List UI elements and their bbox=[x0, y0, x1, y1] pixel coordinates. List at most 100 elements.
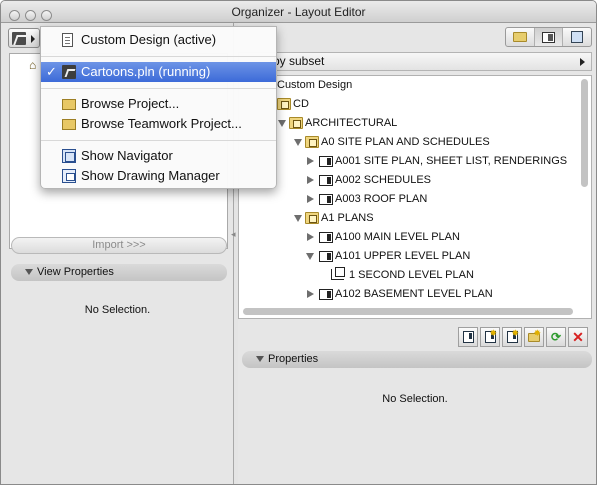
layout-sheet-icon bbox=[319, 232, 333, 243]
document-icon bbox=[62, 33, 73, 47]
title-bar: Organizer - Layout Editor bbox=[1, 1, 596, 23]
tree-row-label: A003 ROOF PLAN bbox=[335, 193, 428, 205]
menu-item-cartoons-pln[interactable]: ✓ Cartoons.pln (running) bbox=[41, 62, 276, 82]
layout-sheet-icon bbox=[319, 175, 333, 186]
tree-row-label: A002 SCHEDULES bbox=[335, 174, 431, 186]
subset-selector[interactable]: by subset bbox=[238, 52, 592, 71]
left-no-selection: No Selection. bbox=[84, 304, 151, 316]
tree-actions-toolbar: ✸ ✸ ✸ ⟳ ✕ bbox=[458, 327, 588, 347]
menu-separator bbox=[41, 88, 276, 89]
publisher-view-button[interactable] bbox=[563, 28, 591, 46]
right-panel: by subset Custom Design CD ARCHITECTURAL… bbox=[238, 23, 596, 484]
properties-label: Properties bbox=[268, 353, 319, 365]
tree-row-second-level[interactable]: 1 SECOND LEVEL PLAN bbox=[331, 266, 581, 285]
expand-closed-icon[interactable] bbox=[307, 176, 314, 184]
expand-open-icon[interactable] bbox=[294, 139, 302, 146]
expand-open-icon[interactable] bbox=[278, 120, 286, 127]
checkmark-icon: ✓ bbox=[46, 64, 57, 79]
menu-separator bbox=[41, 56, 276, 57]
chevron-right-icon bbox=[31, 35, 35, 43]
layout-book-tree[interactable]: Custom Design CD ARCHITECTURAL A0 SITE P… bbox=[238, 75, 592, 319]
project-icon bbox=[62, 65, 76, 79]
tree-row-a003[interactable]: A003 ROOF PLAN bbox=[305, 190, 585, 209]
tree-row-architectural[interactable]: ARCHITECTURAL bbox=[277, 114, 577, 133]
folder-icon bbox=[277, 98, 291, 110]
menu-item-show-drawing-manager[interactable]: Show Drawing Manager bbox=[41, 166, 276, 186]
expand-closed-icon[interactable] bbox=[307, 157, 314, 165]
close-window-button[interactable] bbox=[9, 10, 20, 21]
menu-item-browse-project[interactable]: Browse Project... bbox=[41, 94, 276, 114]
tree-row-a002[interactable]: A002 SCHEDULES bbox=[305, 171, 585, 190]
menu-item-show-navigator[interactable]: Show Navigator bbox=[41, 146, 276, 166]
view-properties-header[interactable]: View Properties bbox=[11, 264, 227, 281]
new-layout-button[interactable]: ✸ bbox=[480, 327, 500, 347]
tree-row-label: A0 SITE PLAN AND SCHEDULES bbox=[321, 136, 490, 148]
layout-sheet-icon bbox=[319, 156, 333, 167]
new-subset-button[interactable]: ✸ bbox=[524, 327, 544, 347]
organizer-window: Organizer - Layout Editor ⌂ Import >>> V… bbox=[0, 0, 597, 485]
navigator-icon bbox=[62, 149, 76, 163]
layout-sheet-icon bbox=[319, 194, 333, 205]
layout-view-button[interactable] bbox=[534, 28, 564, 46]
tree-row-label: CD bbox=[293, 98, 309, 110]
right-no-selection: No Selection. bbox=[382, 393, 448, 405]
menu-item-label: Show Drawing Manager bbox=[81, 168, 220, 183]
minimize-window-button[interactable] bbox=[25, 10, 36, 21]
tree-row-a1[interactable]: A1 PLANS bbox=[293, 209, 583, 228]
layout-settings-button[interactable] bbox=[458, 327, 478, 347]
window-title: Organizer - Layout Editor bbox=[231, 5, 366, 19]
menu-item-label: Custom Design (active) bbox=[81, 32, 217, 47]
menu-separator bbox=[41, 140, 276, 141]
properties-header[interactable]: Properties bbox=[242, 351, 592, 368]
tree-row-a001[interactable]: A001 SITE PLAN, SHEET LIST, RENDERINGS bbox=[305, 152, 585, 171]
tree-row-a101[interactable]: A101 UPPER LEVEL PLAN bbox=[305, 247, 585, 266]
tree-row-label: ARCHITECTURAL bbox=[305, 117, 398, 129]
folder-icon bbox=[305, 212, 319, 224]
menu-item-label: Cartoons.pln (running) bbox=[81, 64, 211, 79]
tree-row-cd[interactable]: CD bbox=[277, 95, 577, 114]
expand-closed-icon[interactable] bbox=[307, 195, 314, 203]
folder-open-icon bbox=[62, 119, 76, 130]
layout-settings-icon bbox=[462, 331, 474, 343]
refresh-icon: ⟳ bbox=[550, 330, 562, 344]
tree-row-label: A101 UPPER LEVEL PLAN bbox=[335, 250, 471, 262]
star-icon: ✸ bbox=[489, 328, 497, 338]
publisher-icon bbox=[571, 31, 584, 43]
horizontal-scrollbar[interactable] bbox=[243, 308, 573, 315]
tree-row-a102[interactable]: A102 BASEMENT LEVEL PLAN bbox=[305, 285, 585, 304]
folder-icon bbox=[305, 136, 319, 148]
expand-open-icon[interactable] bbox=[294, 215, 302, 222]
star-icon: ✸ bbox=[533, 328, 541, 338]
tree-row-a0[interactable]: A0 SITE PLAN AND SCHEDULES bbox=[293, 133, 593, 152]
house-icon: ⌂ bbox=[29, 58, 37, 72]
expand-closed-icon[interactable] bbox=[307, 290, 314, 298]
tree-row-label: A001 SITE PLAN, SHEET LIST, RENDERINGS bbox=[335, 155, 568, 167]
expand-closed-icon[interactable] bbox=[307, 233, 314, 241]
layout-sheet-icon bbox=[542, 31, 555, 43]
tree-root[interactable]: Custom Design bbox=[277, 76, 352, 95]
new-master-button[interactable]: ✸ bbox=[502, 327, 522, 347]
splitter-handle[interactable]: ◂ bbox=[231, 229, 236, 240]
layout-sheet-icon bbox=[319, 289, 333, 300]
import-button[interactable]: Import >>> bbox=[11, 237, 227, 254]
star-icon: ✸ bbox=[511, 328, 519, 338]
delete-button[interactable]: ✕ bbox=[568, 327, 588, 347]
subset-label: by subset bbox=[273, 54, 325, 68]
tree-row-a100[interactable]: A100 MAIN LEVEL PLAN bbox=[305, 228, 585, 247]
project-icon bbox=[12, 32, 26, 45]
vertical-scrollbar[interactable] bbox=[581, 79, 588, 187]
zoom-window-button[interactable] bbox=[41, 10, 52, 21]
project-menu: Custom Design (active) ✓ Cartoons.pln (r… bbox=[40, 26, 277, 189]
tree-root-label: Custom Design bbox=[277, 79, 353, 91]
folder-view-button[interactable] bbox=[506, 28, 535, 46]
tree-row-label: A100 MAIN LEVEL PLAN bbox=[335, 231, 460, 243]
expand-open-icon[interactable] bbox=[306, 253, 314, 260]
menu-item-custom-design[interactable]: Custom Design (active) bbox=[41, 30, 276, 50]
delete-icon: ✕ bbox=[572, 328, 584, 345]
menu-item-browse-teamwork[interactable]: Browse Teamwork Project... bbox=[41, 114, 276, 134]
tree-row-label: A1 PLANS bbox=[321, 212, 374, 224]
tree-row-label: A102 BASEMENT LEVEL PLAN bbox=[335, 288, 493, 300]
disclosure-down-icon bbox=[256, 356, 264, 363]
project-selector-button[interactable] bbox=[8, 28, 40, 48]
update-button[interactable]: ⟳ bbox=[546, 327, 566, 347]
